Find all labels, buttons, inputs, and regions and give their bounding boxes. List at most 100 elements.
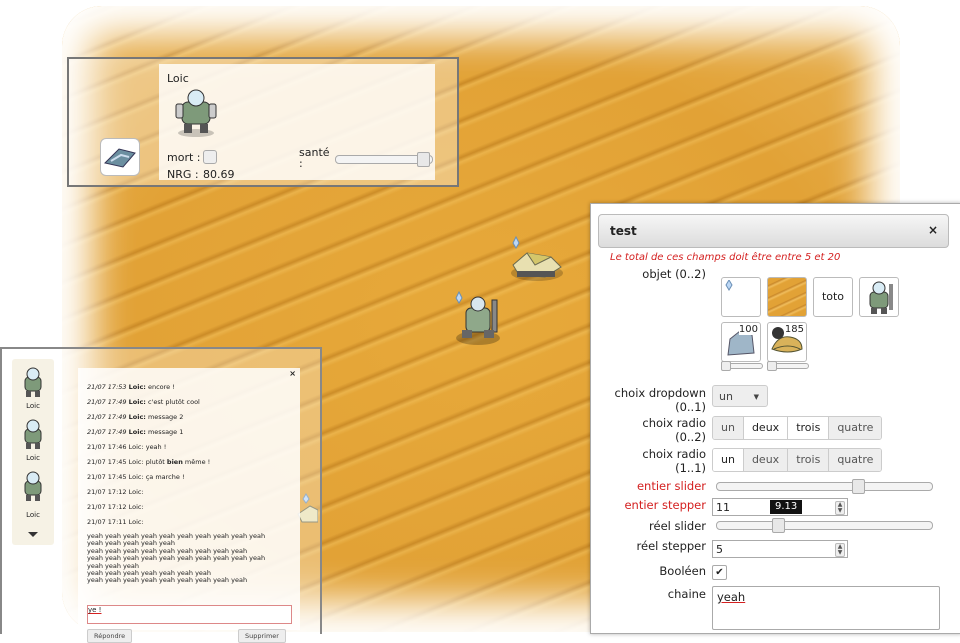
object-tile-rock[interactable]: 100 [721, 322, 761, 362]
player-info-card: Loic mort : NRG : 80.69 santé : [159, 64, 435, 181]
crystal-icon [725, 280, 733, 291]
radio1-range-label: (0..2) [675, 430, 706, 444]
health-slider-thumb[interactable] [417, 152, 430, 167]
radio-option[interactable]: trois [788, 417, 830, 439]
int-slider-thumb[interactable] [852, 479, 865, 494]
roster-item[interactable]: Loic [12, 469, 54, 523]
scroll-down-icon[interactable] [28, 532, 38, 537]
nrg-label: NRG : [167, 168, 199, 181]
robot-avatar-icon [175, 89, 217, 137]
radio-option[interactable]: deux [743, 449, 789, 471]
string-label: chaine [667, 587, 706, 601]
dropdown-range-label: (0..1) [675, 400, 706, 414]
value-tooltip: 9.13 [770, 500, 803, 514]
chat-message: 21/07 17:45 Loic: plutôt bien même ! [87, 458, 211, 466]
radio-group-2: un deux trois quatre [712, 448, 883, 472]
radio-group-1: un deux trois quatre [712, 416, 883, 440]
chat-message: 21/07 17:46 Loic: yeah ! [87, 443, 167, 451]
stepper-arrows-icon[interactable]: ▲ ▼ [835, 543, 845, 557]
dialog-close-icon[interactable]: × [928, 223, 938, 237]
player-name: Loic [167, 72, 189, 85]
real-slider-thumb[interactable] [772, 518, 785, 533]
object-tile-sand[interactable] [767, 277, 807, 317]
chat-roster: Loic Loic Loic [12, 359, 54, 545]
radio-option[interactable]: quatre [829, 417, 882, 439]
string-textarea[interactable]: yeah [712, 586, 940, 630]
object-tile-crystal[interactable] [721, 277, 761, 317]
chat-input[interactable]: ye ! [87, 605, 292, 624]
nrg-value: 80.69 [203, 168, 235, 181]
object-count: 100 [738, 324, 758, 335]
chat-message: 21/07 17:49 Loic: message 2 [87, 413, 184, 421]
chat-window: × 21/07 17:53 Loic: encore ! 21/07 17:49… [78, 368, 300, 643]
real-slider[interactable] [716, 518, 933, 533]
chevron-down-icon: ▼ [753, 393, 759, 401]
boolean-label: Booléen [659, 564, 706, 578]
chat-message: 21/07 17:12 Loic: [87, 503, 144, 511]
roster-name: Loic [26, 511, 40, 519]
validation-note: Le total de ces champs doit être entre 5… [610, 252, 841, 263]
object-amount-slider[interactable] [721, 361, 763, 371]
boolean-checkbox[interactable]: ✔ [712, 565, 727, 580]
chat-message: 21/07 17:53 Loic: encore ! [87, 383, 175, 391]
robot-avatar-icon [24, 419, 42, 449]
real-stepper[interactable]: 5 ▲ ▼ [712, 540, 848, 558]
stepper-arrows-icon[interactable]: ▲ ▼ [835, 501, 845, 515]
radio-option[interactable]: un [713, 417, 744, 439]
player-info-panel: Loic mort : NRG : 80.69 santé : [67, 57, 459, 187]
object-count: 185 [784, 324, 804, 335]
int-slider-label: entier slider [636, 479, 706, 493]
roster-item[interactable]: Loic [12, 417, 54, 471]
checkmark-icon: ✔ [715, 567, 724, 578]
object-tile-toto[interactable]: toto [813, 277, 853, 317]
chat-message: 21/07 17:12 Loic: [87, 488, 144, 496]
object-amount-thumb[interactable] [721, 361, 731, 371]
robot-icon [869, 281, 893, 314]
reply-button[interactable]: Répondre [87, 629, 133, 643]
health-label: santé [299, 146, 330, 159]
radio2-range-label: (1..1) [675, 461, 706, 475]
chat-message: 21/07 17:49 Loic: message 1 [87, 428, 184, 436]
object-tile-robot[interactable] [859, 277, 899, 317]
objet-label: objet (0..2) [642, 267, 706, 281]
radio2-label: choix radio [642, 447, 706, 461]
int-stepper-label: entier stepper [624, 498, 706, 512]
radio-option[interactable]: deux [743, 417, 789, 439]
object-amount-slider[interactable] [767, 361, 809, 371]
roster-item[interactable]: Loic [12, 365, 54, 419]
map-tile-icon [104, 148, 136, 168]
chat-panel: Loic Loic Loic × 21/07 17:53 Loic: encor… [0, 347, 322, 643]
real-stepper-label: réel stepper [636, 539, 706, 553]
roster-name: Loic [26, 454, 40, 462]
health-label-colon: : [299, 157, 303, 170]
chat-message: 21/07 17:49 Loic: c'est plutôt cool [87, 398, 200, 406]
robot-unit-sprite[interactable] [452, 290, 506, 348]
dialog-header: test × [598, 214, 949, 248]
vehicle-unit-sprite[interactable] [505, 235, 565, 285]
unit-type-icon [100, 138, 140, 176]
test-dialog: test × Le total de ces champs doit être … [590, 203, 960, 634]
radio-option[interactable]: quatre [829, 449, 882, 471]
roster-name: Loic [26, 402, 40, 410]
chat-close-icon[interactable]: × [289, 369, 296, 378]
health-slider[interactable] [335, 152, 433, 167]
robot-avatar-icon [24, 471, 42, 501]
dead-checkbox[interactable] [203, 150, 217, 164]
radio-option[interactable]: trois [788, 449, 830, 471]
robot-avatar-icon [24, 367, 42, 397]
dropdown-label: choix dropdown [614, 386, 706, 400]
object-tile-shell[interactable]: 185 [767, 322, 807, 362]
dead-label: mort : [167, 151, 201, 164]
radio-option[interactable]: un [713, 449, 744, 471]
delete-button[interactable]: Supprimer [238, 629, 286, 643]
int-slider[interactable] [716, 479, 933, 494]
real-slider-label: réel slider [649, 519, 706, 533]
chat-message-spam: yeah yeah yeah yeah yeah yeah yeah yeah … [87, 532, 266, 585]
chat-message: 21/07 17:11 Loic: [87, 518, 144, 526]
dialog-title: test [610, 224, 637, 238]
int-stepper[interactable]: 11 9.13 ▲ ▼ [712, 498, 848, 516]
radio1-label: choix radio [642, 416, 706, 430]
chat-message: 21/07 17:45 Loic: ça marche ! [87, 473, 185, 481]
object-amount-thumb[interactable] [767, 361, 777, 371]
choice-dropdown[interactable]: un ▼ [712, 385, 768, 407]
